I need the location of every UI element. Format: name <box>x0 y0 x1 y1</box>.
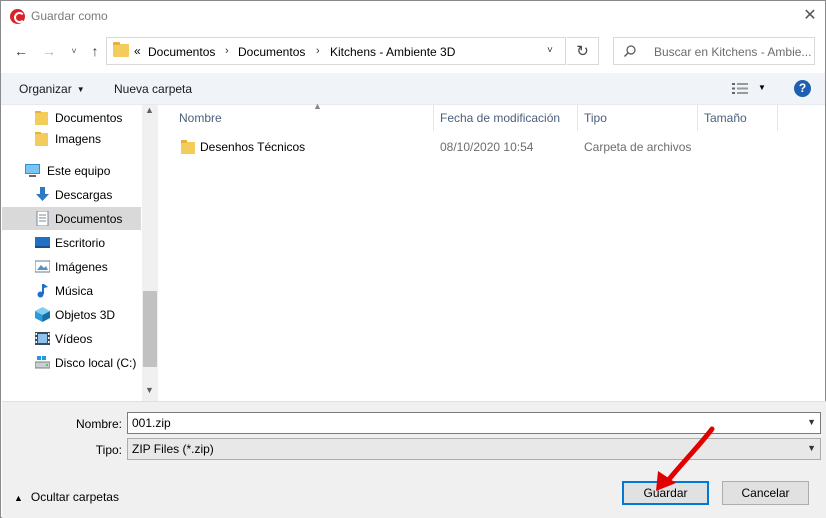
sidebar-item-escritorio[interactable]: Escritorio <box>2 231 141 254</box>
sidebar-item-imagenes[interactable]: Imágenes <box>2 255 141 278</box>
refresh-button[interactable]: ↻ <box>567 37 599 65</box>
sidebar-scrollbar[interactable]: ▲ ▼ <box>142 105 158 401</box>
sidebar-item-label: Documentos <box>55 111 123 125</box>
sidebar-item-descargas[interactable]: Descargas <box>2 183 141 206</box>
sidebar-item-videos[interactable]: Vídeos <box>2 327 141 350</box>
folder-icon <box>35 132 48 146</box>
sidebar-item-label: Este equipo <box>47 164 111 178</box>
title-bar: Guardar como ✕ <box>1 1 825 32</box>
command-toolbar: Organizar ▼ Nueva carpeta ▼ ? <box>1 73 825 105</box>
download-icon <box>36 187 49 201</box>
hide-folders-toggle[interactable]: ▲ Ocultar carpetas <box>14 490 119 504</box>
breadcrumb-separator-icon[interactable]: › <box>225 45 229 57</box>
sidebar-item-label: Música <box>55 284 94 298</box>
filetype-value: ZIP Files (*.zip) <box>132 442 214 456</box>
sidebar-item-label: Escritorio <box>55 236 106 250</box>
help-icon[interactable]: ? <box>794 80 811 97</box>
objects-3d-icon <box>35 307 50 322</box>
recent-locations-chevron-icon[interactable]: ˅ <box>64 41 84 61</box>
filename-field[interactable]: 001.zip ▼ <box>127 412 821 434</box>
sort-ascending-icon: ▲ <box>313 101 322 111</box>
chevron-up-icon: ▲ <box>14 493 23 503</box>
sidebar-item-label: Disco local (C:) <box>55 356 137 370</box>
search-input[interactable]: Buscar en Kitchens - Ambie... <box>613 37 815 65</box>
music-icon <box>37 284 48 298</box>
folder-icon <box>35 111 48 125</box>
new-folder-button[interactable]: Nueva carpeta <box>114 82 192 96</box>
column-header-name[interactable]: Nombre ▲ <box>173 101 434 131</box>
search-icon <box>624 45 636 57</box>
view-dropdown-icon[interactable]: ▼ <box>758 83 766 92</box>
drive-icon <box>35 356 50 369</box>
file-name: Desenhos Técnicos <box>200 140 306 154</box>
filename-label: Nombre: <box>75 417 122 431</box>
save-form: Nombre: 001.zip ▼ Tipo: ZIP Files (*.zip… <box>2 401 826 518</box>
filetype-select[interactable]: ZIP Files (*.zip) ▼ <box>127 438 821 460</box>
save-button[interactable]: Guardar <box>622 481 709 505</box>
sidebar-item-label: Imagens <box>55 132 102 146</box>
address-dropdown-icon[interactable]: ˅ <box>547 45 553 56</box>
up-arrow-icon[interactable]: ↑ <box>85 41 105 61</box>
app-logo-icon <box>10 9 25 24</box>
save-as-dialog: Guardar como ✕ ← → ˅ ↑ « Documentos › Do… <box>0 0 826 518</box>
column-header-label: Nombre <box>179 111 222 125</box>
sidebar-item-label: Imágenes <box>55 260 108 274</box>
organize-label: Organizar <box>19 82 72 96</box>
breadcrumb-item[interactable]: Kitchens - Ambiente 3D <box>330 45 455 59</box>
column-header-type[interactable]: Tipo <box>578 105 698 131</box>
caret-down-icon: ▼ <box>76 85 85 94</box>
sidebar-item-label: Vídeos <box>55 332 93 346</box>
window-title: Guardar como <box>31 9 108 23</box>
close-button[interactable]: ✕ <box>795 1 825 31</box>
breadcrumb-separator-icon[interactable]: › <box>316 45 320 57</box>
breadcrumb-item[interactable]: Documentos <box>148 45 215 59</box>
breadcrumb-item[interactable]: Documentos <box>238 45 305 59</box>
file-row[interactable]: Desenhos Técnicos 08/10/2020 10:54 Carpe… <box>173 135 713 159</box>
pictures-icon <box>35 260 50 273</box>
sidebar-item-documentos-quick[interactable]: Documentos <box>2 106 141 129</box>
computer-icon <box>25 164 40 177</box>
sidebar-item-label: Descargas <box>55 188 113 202</box>
navigation-pane: Documentos Imagens Este equipo Descargas… <box>2 105 158 401</box>
sidebar-item-imagens[interactable]: Imagens <box>2 127 141 150</box>
filetype-label: Tipo: <box>95 443 122 457</box>
column-header-size[interactable]: Tamaño <box>698 105 778 131</box>
filename-value: 001.zip <box>132 416 171 430</box>
documents-icon <box>36 211 49 226</box>
forward-arrow-icon[interactable]: → <box>39 41 59 61</box>
search-placeholder: Buscar en Kitchens - Ambie... <box>654 45 812 59</box>
sidebar-item-disco-local[interactable]: Disco local (C:) <box>2 351 141 374</box>
chevron-down-icon[interactable]: ▼ <box>807 443 816 453</box>
scroll-up-icon[interactable]: ▲ <box>145 105 154 115</box>
address-bar[interactable]: « Documentos › Documentos › Kitchens - A… <box>106 37 566 65</box>
sidebar-item-label: Objetos 3D <box>55 308 116 322</box>
scroll-down-icon[interactable]: ▼ <box>145 385 154 395</box>
sidebar-item-label: Documentos <box>55 212 123 226</box>
column-header-modified[interactable]: Fecha de modificación <box>434 105 578 131</box>
file-type: Carpeta de archivos <box>584 140 692 154</box>
view-options-icon[interactable] <box>732 82 748 95</box>
sidebar-item-musica[interactable]: Música <box>2 279 141 302</box>
folder-icon <box>181 140 195 154</box>
overflow-chevron-icon[interactable]: « <box>134 44 141 58</box>
desktop-icon <box>35 237 50 248</box>
organize-menu-button[interactable]: Organizar ▼ <box>19 82 85 96</box>
sidebar-item-este-equipo[interactable]: Este equipo <box>2 159 141 182</box>
back-arrow-icon[interactable]: ← <box>11 41 31 61</box>
file-list: Nombre ▲ Fecha de modificación Tipo Tama… <box>159 101 825 401</box>
scroll-thumb[interactable] <box>143 291 157 367</box>
chevron-down-icon[interactable]: ▼ <box>807 417 816 427</box>
videos-icon <box>35 332 50 345</box>
sidebar-item-documentos[interactable]: Documentos <box>2 207 141 230</box>
cancel-button[interactable]: Cancelar <box>722 481 809 505</box>
file-modified: 08/10/2020 10:54 <box>440 140 534 154</box>
folder-icon <box>113 42 129 57</box>
hide-folders-label: Ocultar carpetas <box>30 490 119 504</box>
sidebar-item-objetos-3d[interactable]: Objetos 3D <box>2 303 141 326</box>
